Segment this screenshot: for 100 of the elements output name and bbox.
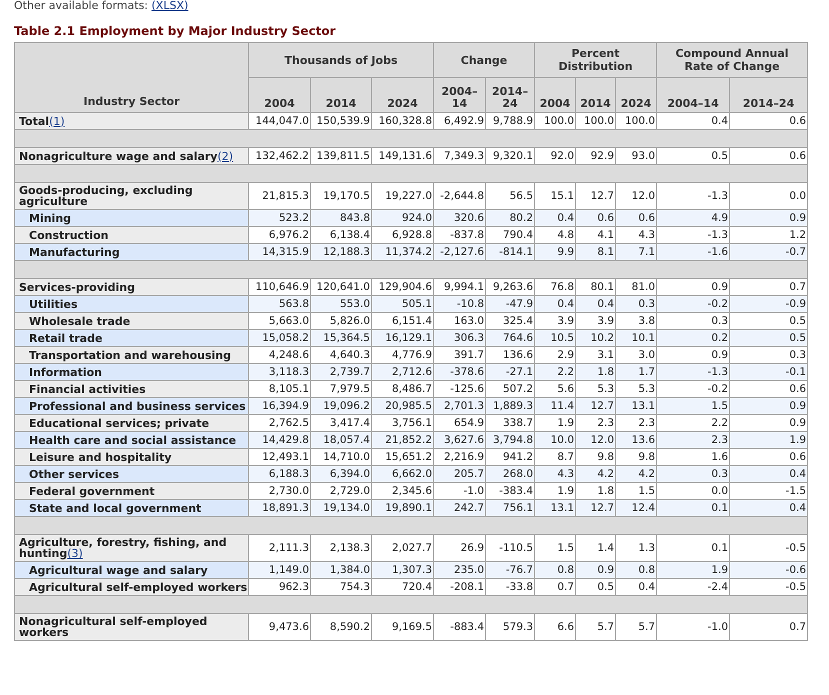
table-cell: 325.4	[486, 312, 535, 330]
row-label: Nonagricultural self-employed workers	[19, 615, 208, 639]
table-cell: 0.6	[576, 210, 616, 226]
table-cell: 0.3	[730, 346, 808, 364]
table-cell: 0.4	[534, 210, 576, 226]
table-cell: 3.9	[576, 312, 616, 330]
row-label: State and local government	[29, 502, 202, 514]
table-cell: -883.4	[434, 614, 486, 640]
table-cell: 149,131.6	[372, 148, 434, 164]
row-label: Transportation and warehousing	[29, 348, 231, 362]
table-cell: -2.4	[656, 578, 730, 596]
table-cell: 2,739.7	[310, 364, 372, 380]
table-cell: 2,216.9	[434, 448, 486, 466]
table-cell: 12.7	[576, 500, 616, 516]
table-cell: 5.7	[576, 614, 616, 640]
table-cell: 12.4	[616, 500, 657, 516]
footnote-link[interactable]: (3)	[67, 547, 83, 560]
table-cell: -1.6	[656, 244, 730, 260]
table-cell: 1.9	[534, 414, 576, 432]
table-cell: 2,762.5	[248, 414, 310, 432]
table-cell: 4.3	[616, 226, 657, 244]
table-cell: 1.4	[576, 534, 616, 562]
table-cell: 16,129.1	[372, 330, 434, 346]
table-cell: -1.0	[434, 482, 486, 500]
row-label: Professional and business services	[29, 400, 246, 412]
table-cell: 0.9	[730, 210, 808, 226]
table-cell: 0.2	[656, 330, 730, 346]
table-cell: 80.2	[486, 210, 535, 226]
table-cell: 1.5	[534, 534, 576, 562]
row-label: Health care and social assistance	[29, 434, 236, 446]
table-cell: 9.8	[616, 448, 657, 466]
table-cell: 1.6	[656, 448, 730, 466]
table-cell: 4.8	[534, 226, 576, 244]
row-label: Information	[29, 366, 102, 378]
table-cell: 92.9	[576, 148, 616, 164]
table-cell: 132,462.2	[248, 148, 310, 164]
table-cell: 1.9	[534, 482, 576, 500]
xlsx-link[interactable]: (XLSX)	[152, 0, 188, 12]
table-cell: 1.7	[616, 364, 657, 380]
footnote-link[interactable]: (2)	[217, 150, 234, 162]
table-cell: -33.8	[486, 578, 535, 596]
table-cell: 1.2	[730, 226, 808, 244]
table-cell: 0.6	[730, 112, 808, 130]
footnote-link[interactable]: (1)	[49, 114, 65, 128]
table-cell: 10.0	[534, 432, 576, 448]
table-cell: 0.9	[730, 414, 808, 432]
table-cell: 100.0	[534, 112, 576, 130]
table-cell: 0.1	[656, 534, 730, 562]
column-group-header: Percent Distribution	[534, 42, 657, 78]
table-cell: 76.8	[534, 278, 576, 296]
table-cell: -2,127.6	[434, 244, 486, 260]
table-cell: 205.7	[434, 466, 486, 482]
table-cell: 0.1	[656, 500, 730, 516]
column-header: 2024	[372, 78, 434, 112]
table-cell: 9,473.6	[248, 614, 310, 640]
row-label: Construction	[29, 228, 108, 242]
table-cell: -76.7	[486, 562, 535, 578]
table-cell: -1.5	[730, 482, 808, 500]
table-cell: 1.5	[616, 482, 657, 500]
table-cell: -208.1	[434, 578, 486, 596]
table-cell: 110,646.9	[248, 278, 310, 296]
table-cell: 0.0	[656, 482, 730, 500]
row-label: Leisure and hospitality	[29, 450, 172, 464]
table-cell: 12.7	[576, 398, 616, 414]
table-cell: 2.2	[534, 364, 576, 380]
table-cell: 15,651.2	[372, 448, 434, 466]
table-cell: 790.4	[486, 226, 535, 244]
table-cell: 2.3	[616, 414, 657, 432]
table-cell: 338.7	[486, 414, 535, 432]
table-cell: 21,815.3	[248, 182, 310, 210]
row-label: Manufacturing	[29, 246, 120, 258]
table-cell: 0.4	[730, 466, 808, 482]
table-cell: 0.6	[616, 210, 657, 226]
table-cell: -27.1	[486, 364, 535, 380]
table-cell: 8.7	[534, 448, 576, 466]
table-cell: 0.3	[656, 312, 730, 330]
table-cell: 2,701.3	[434, 398, 486, 414]
table-cell: 505.1	[372, 296, 434, 312]
table-cell: 81.0	[616, 278, 657, 296]
table-cell: -0.2	[656, 296, 730, 312]
table-cell: 924.0	[372, 210, 434, 226]
table-cell: 150,539.9	[310, 112, 372, 130]
table-cell: 242.7	[434, 500, 486, 516]
table-cell: 3.8	[616, 312, 657, 330]
column-group-header: Thousands of Jobs	[248, 42, 434, 78]
table-cell: 8.1	[576, 244, 616, 260]
row-label: Agricultural self-employed workers	[29, 580, 248, 594]
table-cell: 0.9	[730, 398, 808, 414]
table-cell: 4.2	[576, 466, 616, 482]
table-cell: 0.5	[730, 330, 808, 346]
table-cell: 4,776.9	[372, 346, 434, 364]
row-label: Utilities	[29, 298, 78, 310]
row-label: Services-providing	[19, 280, 135, 294]
table-cell: 100.0	[576, 112, 616, 130]
table-cell: 754.3	[310, 578, 372, 596]
table-cell: 20,985.5	[372, 398, 434, 414]
table-cell: 13.1	[616, 398, 657, 414]
table-cell: 9,263.6	[486, 278, 535, 296]
table-cell: 12.0	[576, 432, 616, 448]
table-cell: 0.6	[730, 448, 808, 466]
